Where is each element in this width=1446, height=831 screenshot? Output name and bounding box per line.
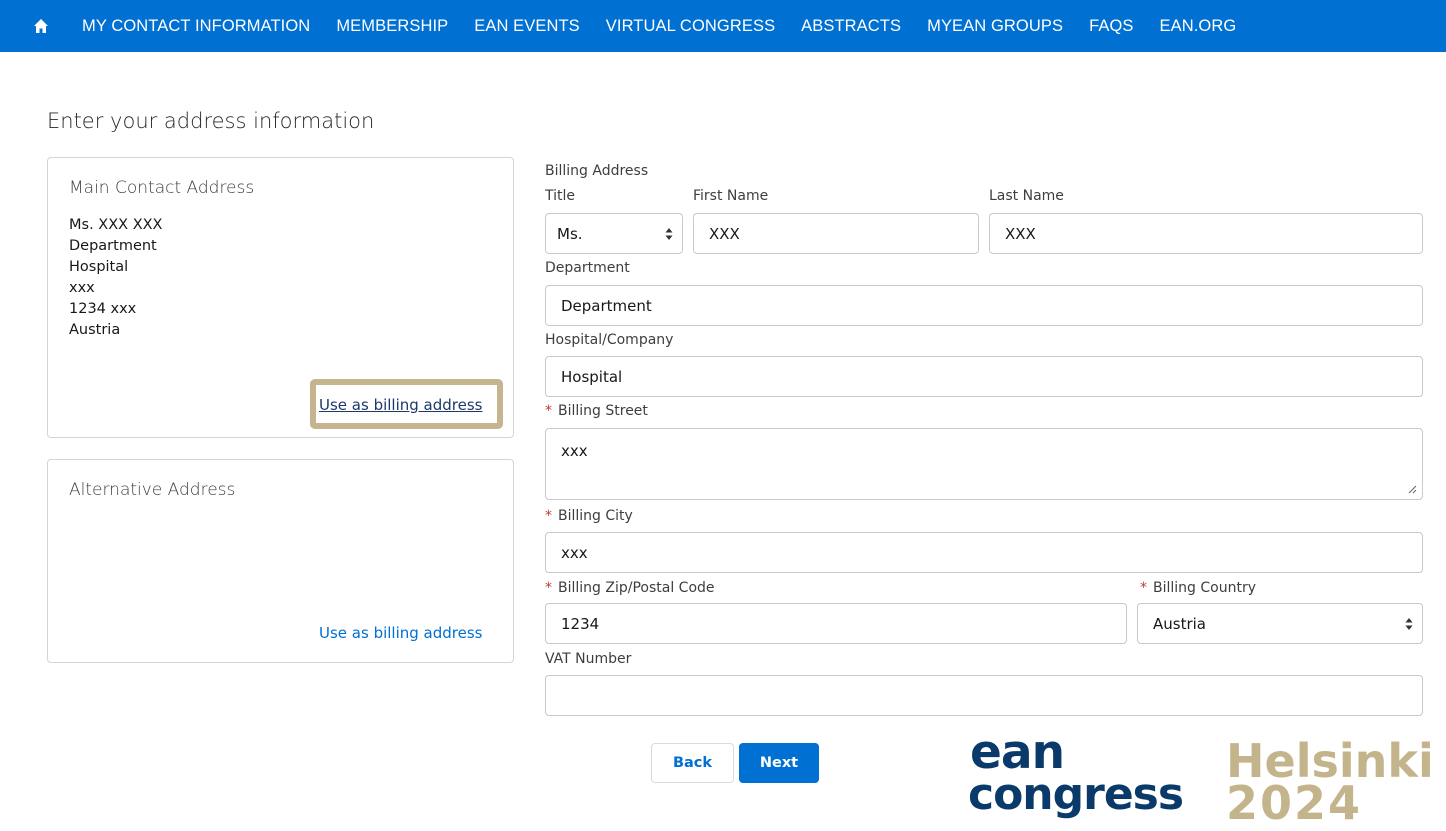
main-contact-address-lines: Ms. XXX XXX Department Hospital xxx 1234… — [69, 215, 163, 341]
hospital-company-value: Hospital — [561, 367, 623, 386]
use-main-as-billing-link[interactable]: Use as billing address — [319, 396, 482, 414]
logo-year-text: 2024 — [1226, 776, 1363, 830]
address-line: Department — [69, 238, 157, 254]
billing-zip-label: * Billing Zip/Postal Code — [545, 580, 715, 596]
select-arrows-icon — [1405, 617, 1413, 630]
hospital-company-label: Hospital/Company — [545, 332, 674, 348]
select-arrows-icon — [665, 227, 673, 240]
billing-country-select[interactable]: Austria — [1137, 603, 1423, 644]
address-line: 1234 xxx — [69, 301, 137, 317]
nav-my-contact-information[interactable]: MY CONTACT INFORMATION — [82, 17, 310, 36]
nav-membership[interactable]: MEMBERSHIP — [336, 17, 448, 36]
billing-zip-label-text: Billing Zip/Postal Code — [558, 580, 715, 596]
vat-number-label: VAT Number — [545, 651, 632, 667]
last-name-value: XXX — [1005, 224, 1036, 243]
title-select[interactable]: Ms. — [545, 213, 683, 254]
main-contact-address-title: Main Contact Address — [69, 178, 255, 198]
nav-virtual-congress[interactable]: VIRTUAL CONGRESS — [606, 17, 775, 36]
address-line: xxx — [69, 280, 95, 296]
ean-congress-helsinki-logo: ean congress Helsinki 2024 — [968, 740, 1446, 831]
billing-street-value: xxx — [561, 442, 588, 460]
billing-address-heading: Billing Address — [545, 163, 649, 179]
nav-abstracts[interactable]: ABSTRACTS — [801, 17, 901, 36]
nav-faqs[interactable]: FAQS — [1089, 17, 1133, 36]
page-title: Enter your address information — [47, 109, 375, 133]
alternative-address-title: Alternative Address — [69, 480, 236, 500]
last-name-label: Last Name — [989, 188, 1064, 204]
first-name-value: XXX — [709, 224, 740, 243]
department-label: Department — [545, 260, 630, 276]
billing-city-value: xxx — [561, 543, 588, 562]
main-contact-address-card: Main Contact Address Ms. XXX XXX Departm… — [47, 157, 514, 438]
nav-myean-groups[interactable]: MYEAN GROUPS — [927, 17, 1063, 36]
billing-city-label-text: Billing City — [558, 508, 633, 524]
required-marker: * — [545, 403, 552, 419]
next-button[interactable]: Next — [739, 743, 819, 783]
address-line: Hospital — [69, 259, 129, 275]
department-value: Department — [561, 296, 652, 315]
back-button[interactable]: Back — [651, 743, 734, 783]
title-label: Title — [545, 188, 576, 204]
billing-street-label: * Billing Street — [545, 403, 648, 419]
billing-country-label-text: Billing Country — [1153, 580, 1256, 596]
top-nav-bar: MY CONTACT INFORMATION MEMBERSHIP EAN EV… — [0, 0, 1446, 52]
title-select-value: Ms. — [557, 224, 583, 243]
address-line: Austria — [69, 322, 121, 338]
billing-street-textarea[interactable]: xxx — [545, 428, 1423, 500]
alternative-address-card: Alternative Address Use as billing addre… — [47, 459, 514, 663]
department-input[interactable]: Department — [545, 285, 1423, 326]
first-name-input[interactable]: XXX — [693, 213, 979, 254]
last-name-input[interactable]: XXX — [989, 213, 1423, 254]
billing-country-value: Austria — [1153, 614, 1206, 633]
billing-country-label: * Billing Country — [1140, 580, 1256, 596]
required-marker: * — [545, 580, 552, 596]
required-marker: * — [1140, 580, 1147, 596]
nav-ean-events[interactable]: EAN EVENTS — [474, 17, 580, 36]
billing-street-label-text: Billing Street — [558, 403, 648, 419]
logo-congress-text: congress — [968, 769, 1184, 820]
billing-zip-value: 1234 — [561, 614, 600, 633]
billing-city-input[interactable]: xxx — [545, 532, 1423, 573]
use-alternative-as-billing-link[interactable]: Use as billing address — [319, 624, 482, 642]
hospital-company-input[interactable]: Hospital — [545, 356, 1423, 397]
required-marker: * — [545, 508, 552, 524]
home-icon[interactable] — [28, 13, 54, 39]
first-name-label: First Name — [693, 188, 769, 204]
billing-city-label: * Billing City — [545, 508, 633, 524]
nav-ean-org[interactable]: EAN.ORG — [1160, 17, 1237, 36]
resize-handle-icon[interactable] — [1408, 485, 1417, 494]
billing-zip-input[interactable]: 1234 — [545, 603, 1127, 644]
address-line: Ms. XXX XXX — [69, 217, 163, 233]
vat-number-input[interactable] — [545, 675, 1423, 716]
